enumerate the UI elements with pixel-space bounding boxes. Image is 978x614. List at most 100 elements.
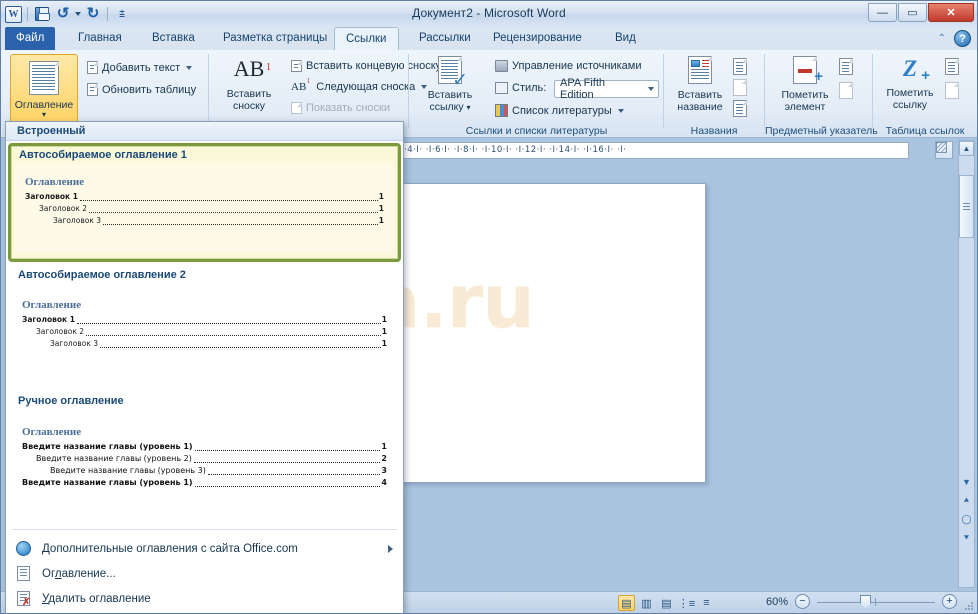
insert-footnote-icon: AB 1 <box>233 56 272 81</box>
help-icon[interactable]: ? <box>954 30 971 47</box>
insert-footnote-button[interactable]: AB 1 Вставить сноску <box>217 56 281 112</box>
mark-citation-button[interactable]: Z + Пометить ссылку <box>879 56 941 111</box>
group-captions: Вставить название Названия <box>663 50 765 138</box>
preview-toc-row: Заголовок 31 <box>50 339 387 348</box>
preview-toc-row: Заголовок 21 <box>39 204 384 213</box>
tab-view[interactable]: Вид <box>604 27 647 50</box>
insert-index-icon <box>839 58 853 75</box>
full-screen-reading-view-button[interactable]: ▥ <box>638 595 655 611</box>
web-layout-view-button[interactable]: ▤ <box>658 595 675 611</box>
preview-toc-row: Введите название главы (уровень 2) 2 <box>36 454 387 463</box>
insert-table-of-figures-button[interactable] <box>733 58 747 75</box>
word-window: W ↺ ↻ ⩲ Документ2 - Microsoft Word — ▭ ✕… <box>0 0 978 614</box>
preview-toc-row: Введите название главы (уровень 1) 1 <box>22 442 387 451</box>
toc-gallery-dropdown: Встроенный Автособираемое оглавление 1 О… <box>5 121 404 613</box>
bibliography-icon <box>495 104 508 117</box>
menu-item-toc-dialog[interactable]: Оглавление... <box>6 561 403 586</box>
tab-file[interactable]: Файл <box>5 27 56 50</box>
group-label-captions: Названия <box>690 125 738 137</box>
print-layout-view-button[interactable]: ▤ <box>618 595 635 611</box>
next-footnote-button[interactable]: AB 1 Следующая сноска <box>291 77 428 93</box>
tab-insert[interactable]: Вставка <box>141 27 206 50</box>
update-table-icon <box>733 79 747 96</box>
gallery-item-preview: Оглавление Введите название главы (урове… <box>12 409 397 519</box>
select-browse-object-button[interactable]: ◯ <box>959 512 974 527</box>
insert-index-button[interactable] <box>839 58 853 75</box>
outline-view-button[interactable]: ⋮≡ <box>678 595 695 611</box>
resize-grip[interactable] <box>964 601 974 611</box>
chevron-down-icon <box>617 108 624 113</box>
next-page-button[interactable]: ⯆ <box>959 531 974 546</box>
gallery-item-auto-toc-2[interactable]: Автособираемое оглавление 2 Оглавление З… <box>12 266 397 386</box>
zoom-slider[interactable] <box>817 594 935 609</box>
update-table-icon <box>87 83 98 96</box>
citation-style-select[interactable]: APA Fifth Edition <box>554 77 659 101</box>
ruler-toggle-button[interactable] <box>935 141 953 159</box>
view-buttons: ▤ ▥ ▤ ⋮≡ ≡ <box>618 595 715 611</box>
mark-entry-label-2: элемент <box>784 101 826 113</box>
preview-toc-row: Введите название главы (уровень 1) 4 <box>22 478 387 487</box>
update-index-icon <box>839 82 853 99</box>
window-title: Документ2 - Microsoft Word <box>412 6 566 20</box>
minimize-button[interactable]: — <box>868 3 897 22</box>
scroll-down-button[interactable]: ▼ <box>959 474 974 489</box>
toc-menu: ДДополнительные оглавления с сайта Offic… <box>6 533 403 613</box>
previous-page-button[interactable]: ⯅ <box>959 493 974 508</box>
citation-style-row: Стиль: <box>495 82 546 94</box>
menu-item-remove-toc[interactable]: ✗ Удалить оглавление <box>6 586 403 611</box>
show-notes-label: Показать сноски <box>306 102 390 114</box>
vertical-scrollbar[interactable]: ▲ ▼ ⯅ ◯ ⯆ <box>958 140 975 588</box>
zoom-slider-handle[interactable] <box>860 594 871 609</box>
office-online-icon <box>12 539 34 558</box>
insert-table-of-authorities-button[interactable] <box>945 58 959 75</box>
zoom-out-button[interactable]: − <box>795 594 810 609</box>
document-page[interactable] <box>401 183 706 483</box>
gallery-item-auto-toc-1[interactable]: Автособираемое оглавление 1 Оглавление З… <box>8 143 401 262</box>
gallery-item-manual-toc[interactable]: Ручное оглавление Оглавление Введите наз… <box>12 392 397 526</box>
add-text-button[interactable]: Добавить текст <box>87 61 193 74</box>
zoom-level-label[interactable]: 60% <box>758 596 788 608</box>
menu-item-label: Удалить оглавление <box>42 592 151 605</box>
group-table-of-authorities: Z + Пометить ссылку Таблица ссылок <box>873 50 977 138</box>
maximize-button[interactable]: ▭ <box>898 3 927 22</box>
tab-home[interactable]: Главная <box>67 27 133 50</box>
gallery-item-title: Автособираемое оглавление 2 <box>18 269 186 281</box>
cross-reference-icon <box>733 100 747 117</box>
menu-item-more-toc-office-com[interactable]: ДДополнительные оглавления с сайта Offic… <box>6 536 403 561</box>
menu-divider <box>12 529 397 530</box>
close-button[interactable]: ✕ <box>928 3 974 22</box>
scroll-up-button[interactable]: ▲ <box>959 141 974 156</box>
tab-references[interactable]: Ссылки <box>334 27 399 50</box>
cross-reference-button[interactable] <box>733 100 747 117</box>
insert-caption-button[interactable]: Вставить название <box>669 56 731 113</box>
tab-mailings[interactable]: Рассылки <box>408 27 482 50</box>
collapse-ribbon-icon[interactable]: ⌃ <box>938 33 946 44</box>
horizontal-ruler[interactable]: ·4·I· ·I·6·I· ·I·8·I· ·I·10·I· ·I·12·I· … <box>401 142 909 159</box>
toc-button[interactable]: Оглавление ▾ <box>10 54 78 128</box>
update-table-button[interactable]: Обновить таблицу <box>87 83 196 96</box>
insert-footnote-label-2: сноску <box>232 100 266 112</box>
tab-review[interactable]: Рецензирование <box>482 27 593 50</box>
manage-sources-button[interactable]: Управление источниками <box>495 60 641 72</box>
delete-toc-icon: ✗ <box>12 589 34 608</box>
preview-toc-row: Заголовок 21 <box>36 327 387 336</box>
preview-heading: Оглавление <box>25 176 85 188</box>
citation-style-value: APA Fifth Edition <box>560 77 606 101</box>
insert-table-of-figures-icon <box>733 58 747 75</box>
zoom-in-button[interactable]: + <box>942 594 957 609</box>
add-text-icon <box>87 61 98 74</box>
scrollbar-thumb[interactable] <box>959 175 974 238</box>
draft-view-button[interactable]: ≡ <box>698 595 715 611</box>
insert-citation-button[interactable]: ✓ Вставить ссылку ▾ <box>417 56 483 114</box>
gallery-item-preview: Оглавление Заголовок 11 Заголовок 21 Заг… <box>12 283 397 378</box>
insert-citation-icon: ✓ <box>438 56 468 90</box>
bibliography-button[interactable]: Список литературы <box>495 104 624 117</box>
next-footnote-label: Следующая сноска <box>316 81 416 93</box>
mark-entry-button[interactable]: + Пометить элемент <box>773 56 837 113</box>
bibliography-label: Список литературы <box>512 104 612 117</box>
submenu-arrow-icon <box>388 544 393 553</box>
update-table-label: Обновить таблицу <box>102 83 197 96</box>
gallery-item-title: Автособираемое оглавление 1 <box>19 149 187 161</box>
gallery-item-title: Ручное оглавление <box>18 395 124 407</box>
tab-page-layout[interactable]: Разметка страницы <box>212 27 338 50</box>
